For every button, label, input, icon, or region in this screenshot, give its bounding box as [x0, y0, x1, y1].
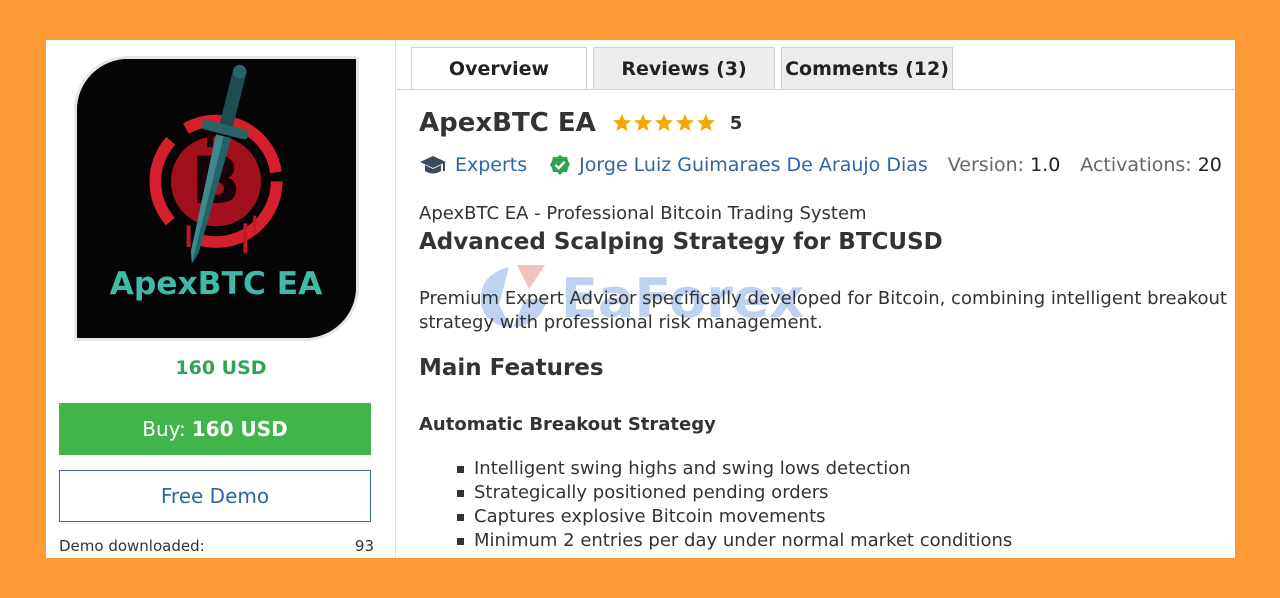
demo-downloaded-label: Demo downloaded: [59, 537, 205, 555]
free-demo-button[interactable]: Free Demo [59, 470, 371, 522]
author-link[interactable]: Jorge Luiz Guimaraes De Araujo Dias [579, 154, 928, 176]
graduation-cap-icon [419, 154, 447, 176]
list-item: Strategically positioned pending orders [457, 481, 1012, 505]
bullet-icon [457, 513, 464, 521]
verified-check-icon [549, 154, 571, 176]
star-icon [675, 114, 694, 131]
bullet-icon [457, 489, 464, 497]
star-icon [612, 114, 631, 131]
feature-text: Strategically positioned pending orders [474, 482, 829, 503]
product-logo-art: B ApexBTC EA [77, 59, 356, 338]
bullet-icon [457, 465, 464, 473]
product-title: ApexBTC EA [419, 108, 596, 138]
feature-text: Intelligent swing highs and swing lows d… [474, 458, 911, 479]
tab-overview[interactable]: Overview [411, 47, 587, 90]
rating-stars [612, 113, 716, 133]
version-value: 1.0 [1030, 154, 1061, 176]
star-icon [696, 114, 715, 131]
product-subtitle: ApexBTC EA - Professional Bitcoin Tradin… [419, 203, 867, 224]
buy-label: Buy: [142, 417, 186, 441]
category-link[interactable]: Experts [455, 154, 527, 176]
tab-comments[interactable]: Comments (12) [781, 47, 953, 89]
activations-value: 20 [1197, 154, 1222, 176]
rating-value: 5 [729, 112, 743, 134]
features-heading: Main Features [419, 355, 604, 381]
activations-label: Activations: [1080, 154, 1192, 176]
title-row: ApexBTC EA 5 [419, 108, 742, 138]
product-sidebar: B ApexBTC EA 160 USD Buy: [46, 40, 396, 558]
star-icon [654, 114, 673, 131]
buy-button[interactable]: Buy: 160 USD [59, 403, 371, 455]
feature-text: Captures explosive Bitcoin movements [474, 506, 826, 527]
buy-price: 160 USD [191, 417, 288, 441]
tab-reviews[interactable]: Reviews (3) [593, 47, 775, 89]
bullet-icon [457, 537, 464, 545]
demo-downloaded-count: 93 [354, 537, 374, 555]
list-item: Intelligent swing highs and swing lows d… [457, 457, 1012, 481]
strategy-heading: Automatic Breakout Strategy [419, 414, 716, 435]
list-item: Captures explosive Bitcoin movements [457, 505, 1012, 529]
list-item: Minimum 2 entries per day under normal m… [457, 529, 1012, 553]
tab-bar: Overview Reviews (3) Comments (12) [411, 47, 953, 90]
svg-text:ApexBTC EA: ApexBTC EA [110, 266, 324, 302]
tab-divider [397, 89, 1235, 90]
version-label: Version: [947, 154, 1025, 176]
feature-text: Minimum 2 entries per day under normal m… [474, 530, 1013, 551]
product-price: 160 USD [175, 357, 267, 379]
product-panel: B ApexBTC EA 160 USD Buy: [46, 40, 1235, 558]
demo-downloaded-stat: Demo downloaded: 93 [59, 537, 374, 555]
feature-list: Intelligent swing highs and swing lows d… [457, 457, 1012, 553]
meta-row: Experts Jorge Luiz Guimaraes De Araujo D… [419, 154, 1222, 176]
product-image[interactable]: B ApexBTC EA [74, 56, 359, 341]
product-details: Overview Reviews (3) Comments (12) ApexB… [397, 40, 1235, 558]
star-icon [633, 114, 652, 131]
product-description: Premium Expert Advisor specifically deve… [419, 288, 1227, 333]
product-headline: Advanced Scalping Strategy for BTCUSD [419, 229, 943, 255]
